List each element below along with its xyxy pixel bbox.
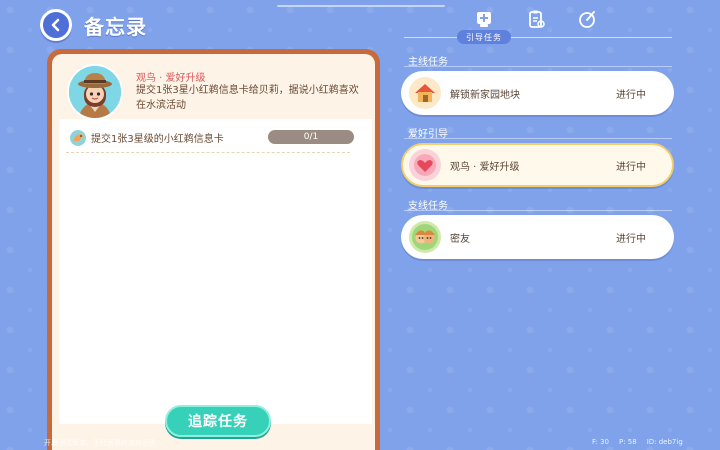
back-button[interactable] [40, 9, 72, 41]
tab-guide-quests-label: 引导任务 [457, 30, 511, 44]
clipboard-icon [529, 10, 545, 28]
tab-notes[interactable] [577, 8, 599, 30]
quest-status: 进行中 [616, 234, 646, 245]
quest-board-icon [477, 12, 491, 27]
objective-progress: 0/1 [268, 130, 354, 144]
ping-readout: P: 58 [618, 438, 637, 446]
objective-row: 提交1张3星级的小红鹈信息卡 0/1 [66, 127, 354, 153]
bird-card-icon [70, 130, 86, 146]
heart-icon [409, 149, 441, 181]
quest-detail-inner: 观鸟 · 爱好升级 提交1张3星小红鹈信息卡给贝莉，据说小红鹈喜欢在水滨活动 提… [52, 54, 375, 450]
quest-label: 观鸟 · 爱好升级 [450, 162, 520, 173]
top-divider [277, 5, 445, 7]
build-disclaimer: 开发测试版本，不代表最终游戏品质 [44, 439, 156, 447]
friends-icon [409, 221, 441, 253]
fps-readout: F: 30 [592, 438, 609, 446]
tab-underline [404, 37, 672, 38]
quest-label: 密友 [450, 234, 470, 245]
house-icon [409, 77, 441, 109]
task-description: 提交1张3星小红鹈信息卡给贝莉，据说小红鹈喜欢在水滨活动 [136, 85, 359, 111]
session-id: ID: deb7ig [646, 438, 683, 446]
tab-clipboard[interactable] [525, 8, 547, 30]
section-side-divider [404, 210, 672, 211]
quest-label: 解锁新家园地块 [450, 90, 520, 101]
task-name: 观鸟 · 爱好升级 [136, 73, 206, 84]
page-title: 备忘录 [84, 15, 147, 39]
quest-detail-card: 观鸟 · 爱好升级 提交1张3星小红鹈信息卡给贝莉，据说小红鹈喜欢在水滨活动 提… [47, 49, 380, 450]
track-quest-button[interactable]: 追踪任务 [165, 405, 271, 437]
tab-guide-quests[interactable] [473, 8, 495, 30]
pencil-badge-icon [579, 11, 595, 28]
quest-status: 进行中 [616, 90, 646, 101]
section-hobby-divider [404, 138, 672, 139]
quest-item-birdwatch-upgrade[interactable]: 观鸟 · 爱好升级 进行中 [401, 143, 674, 187]
quest-item-close-friend[interactable]: 密友 进行中 [401, 215, 674, 259]
quest-status: 进行中 [616, 162, 646, 173]
debug-stats: F: 30 P: 58 ID: deb7ig [592, 438, 683, 446]
section-main-divider [404, 66, 672, 67]
objective-text: 提交1张3星级的小红鹈信息卡 [91, 134, 224, 145]
npc-avatar [67, 64, 123, 120]
objective-list: 提交1张3星级的小红鹈信息卡 0/1 [59, 119, 372, 424]
back-arrow-icon [51, 18, 60, 32]
quest-item-unlock-land[interactable]: 解锁新家园地块 进行中 [401, 71, 674, 115]
